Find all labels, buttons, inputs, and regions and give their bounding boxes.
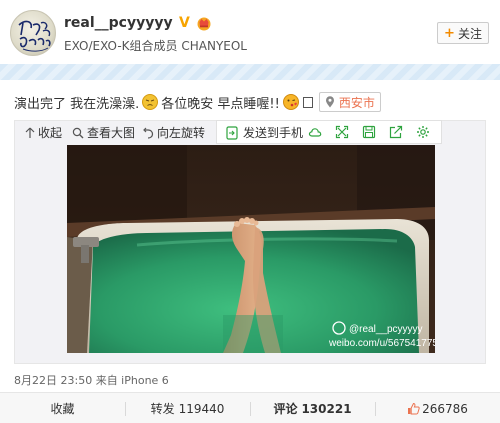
comment-label: 评论	[273, 402, 298, 416]
location-pin-icon	[325, 96, 334, 108]
avatar-lettering-art	[18, 20, 51, 52]
location-label: 西安市	[338, 95, 375, 110]
post-text-part1: 演出完了 我在洗澡澡.	[14, 96, 140, 112]
bathtub-photo-image: @real__pcyyyyy weibo.com/u/567541775	[67, 145, 435, 353]
media-toolbar: 收起 查看大图 向左旋转 发送到手机	[15, 120, 485, 144]
share-toolbar: 发送到手机	[216, 120, 442, 144]
watermark-url: weibo.com/u/567541775	[328, 338, 435, 349]
collapse-button[interactable]: 收起	[25, 124, 62, 141]
favorite-button[interactable]: 收藏	[0, 393, 125, 423]
repost-label: 转发	[150, 402, 175, 416]
comment-button[interactable]: 评论 130221	[250, 393, 375, 423]
location-chip[interactable]: 西安市	[318, 92, 381, 112]
send-to-phone-button[interactable]: 发送到手机	[226, 124, 303, 141]
post-text-part2: 各位晚安 早点睡喔!!	[161, 96, 280, 112]
vip-v-icon[interactable]: V	[179, 16, 193, 30]
media-viewer: 收起 查看大图 向左旋转 发送到手机 @real__pcyyyyy weibo.…	[14, 120, 486, 364]
share-icon[interactable]	[389, 125, 403, 139]
collapse-label: 收起	[38, 126, 63, 140]
user-bio: EXO/EXO-K组合成员 CHANYEOL	[64, 39, 247, 53]
weibo-post: 演出完了 我在洗澡澡. 各位晚安 早点睡喔!! 西安市 收起 查看大图 向左旋转…	[0, 80, 500, 423]
fullscreen-icon[interactable]	[335, 125, 349, 139]
avatar[interactable]	[10, 10, 56, 56]
plus-icon: +	[444, 25, 455, 41]
magnifier-icon	[72, 127, 84, 138]
send-to-phone-label: 发送到手机	[243, 126, 304, 140]
like-count: 266786	[422, 401, 468, 416]
crown-badge-icon[interactable]	[196, 15, 212, 31]
post-meta[interactable]: 8月22日 23:50 来自 iPhone 6	[14, 372, 169, 388]
repost-count: 119440	[178, 401, 225, 416]
cloud-icon[interactable]	[308, 125, 322, 139]
follow-button[interactable]: + 关注	[437, 22, 489, 44]
arrow-up-icon	[25, 127, 35, 138]
divider-bar	[0, 64, 500, 80]
view-large-label: 查看大图	[87, 126, 136, 140]
post-photo[interactable]: @real__pcyyyyy weibo.com/u/567541775	[67, 145, 435, 353]
kiss-emoji-icon	[282, 94, 299, 110]
thumbs-up-icon	[408, 402, 420, 415]
profile-header: real__pcyyyyy V EXO/EXO-K组合成员 CHANYEOL +…	[0, 0, 500, 64]
username[interactable]: real__pcyyyyy	[64, 15, 173, 31]
repost-button[interactable]: 转发 119440	[125, 393, 250, 423]
follow-label: 关注	[457, 26, 482, 41]
like-button[interactable]: 266786	[375, 393, 500, 423]
post-text: 演出完了 我在洗澡澡. 各位晚安 早点睡喔!! 西安市	[14, 92, 381, 112]
phone-send-icon	[226, 125, 238, 140]
favorite-label: 收藏	[50, 402, 75, 416]
sleepy-emoji-icon	[142, 94, 159, 110]
action-bar: 收藏 转发 119440 评论 130221 266786	[0, 392, 500, 423]
comment-count: 130221	[301, 401, 352, 416]
watermark-handle: @real__pcyyyyy	[349, 324, 423, 335]
rotate-left-button[interactable]: 向左旋转	[142, 124, 205, 141]
view-large-button[interactable]: 查看大图	[72, 124, 135, 141]
rotate-left-label: 向左旋转	[157, 126, 206, 140]
settings-gear-icon[interactable]	[416, 125, 430, 139]
rotate-left-icon	[143, 127, 154, 139]
save-icon[interactable]	[362, 125, 376, 139]
unknown-glyph-icon	[302, 96, 313, 108]
